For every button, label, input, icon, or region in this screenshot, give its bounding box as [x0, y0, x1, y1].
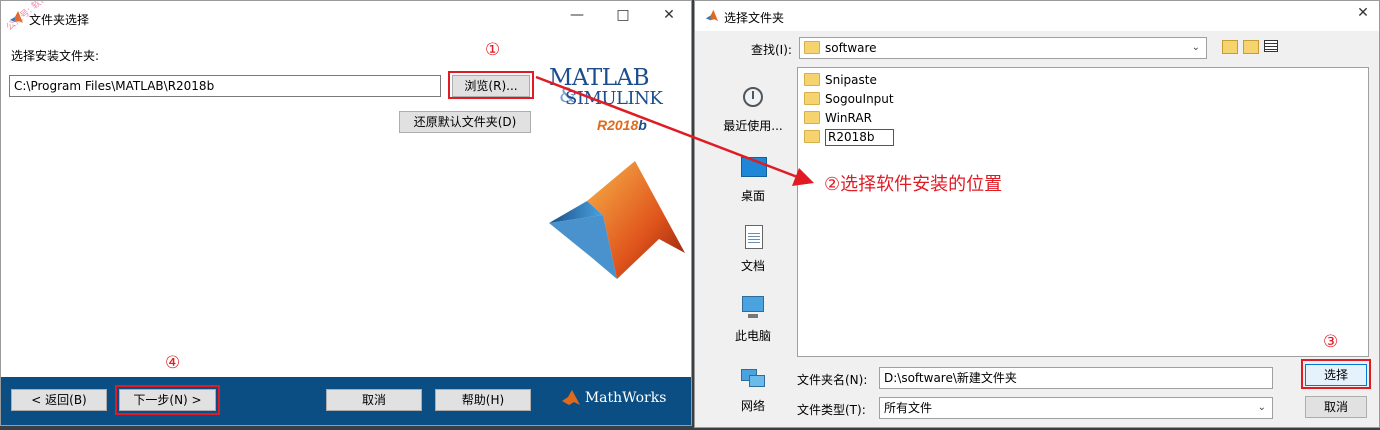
- step-2-caption: ②选择软件安装的位置: [824, 174, 1003, 195]
- annotation-arrow: [535, 75, 814, 186]
